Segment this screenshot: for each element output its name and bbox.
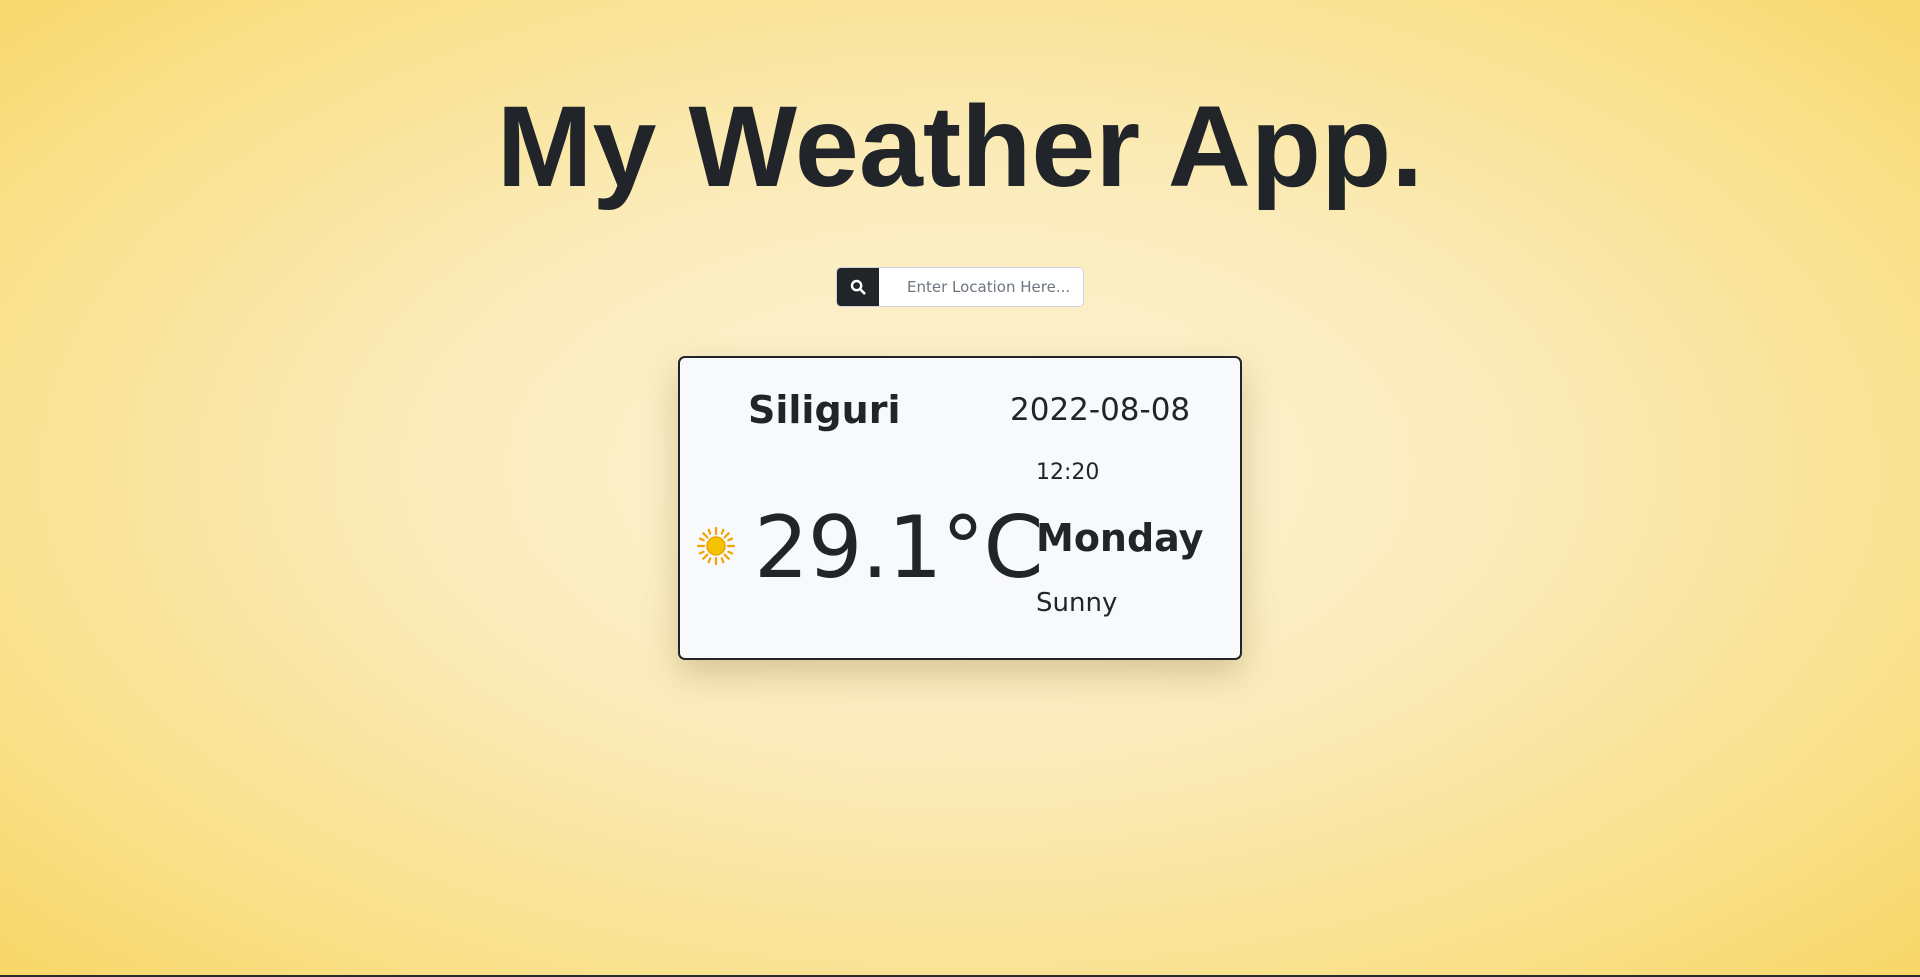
- weather-card: Siliguri 2022-08-08 12:20 29.1°C Monday …: [678, 356, 1242, 660]
- date-label: 2022-08-08: [1010, 392, 1191, 428]
- location-search-input[interactable]: [879, 268, 1083, 306]
- day-label: Monday: [1036, 516, 1204, 560]
- city-name: Siliguri: [748, 388, 901, 432]
- app-title: My Weather App.: [496, 83, 1424, 211]
- temperature-value: 29.1°C: [754, 498, 1044, 598]
- time-label: 12:20: [1036, 460, 1100, 485]
- sun-icon: [696, 526, 736, 566]
- search-icon: [850, 279, 866, 295]
- search-button[interactable]: [837, 268, 879, 306]
- search-bar: [836, 267, 1084, 307]
- condition-label: Sunny: [1036, 588, 1118, 618]
